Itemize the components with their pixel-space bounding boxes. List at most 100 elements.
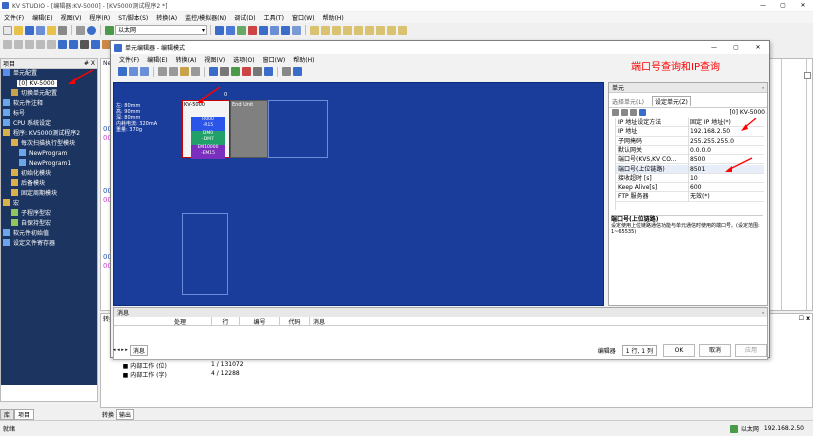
tree-item-newprogram1[interactable]: NewProgram1 bbox=[3, 159, 97, 169]
expand-unit-icon[interactable] bbox=[129, 67, 138, 76]
tree-item-program[interactable]: 程序: KV5000测试程序2 bbox=[3, 129, 97, 139]
tree-item-device-init[interactable]: 软元件初始值 bbox=[3, 229, 97, 239]
func-icon[interactable] bbox=[365, 25, 374, 35]
minimize-icon[interactable]: — bbox=[753, 2, 773, 9]
menu-convert[interactable]: 转换(A) bbox=[156, 13, 177, 22]
dialog-menu-convert[interactable]: 转换(A) bbox=[176, 55, 197, 64]
menu-edit[interactable]: 编辑(E) bbox=[32, 13, 52, 22]
tab-set-unit[interactable]: 设定单元(Z) bbox=[652, 96, 691, 106]
help-icon[interactable] bbox=[87, 25, 96, 35]
cpu-unit-kv5000[interactable]: KV-5000 R000 -R15 DM0 -DM7 EM10000 -EM15 bbox=[182, 100, 230, 159]
preview-icon[interactable] bbox=[76, 25, 85, 35]
ok-button[interactable]: OK bbox=[663, 343, 695, 357]
list-view-icon[interactable] bbox=[639, 109, 646, 116]
print-icon[interactable] bbox=[58, 25, 67, 35]
menu-program[interactable]: 程序(R) bbox=[89, 13, 110, 22]
add-unit-icon[interactable] bbox=[118, 67, 127, 76]
monitor-icon[interactable] bbox=[237, 25, 246, 35]
table-icon[interactable] bbox=[220, 67, 229, 76]
open-icon[interactable] bbox=[14, 25, 23, 35]
calc-icon[interactable] bbox=[281, 25, 290, 35]
end-unit[interactable]: End Unit bbox=[230, 100, 268, 158]
pin-close-icon[interactable]: # X bbox=[84, 60, 95, 67]
tab-convert[interactable]: 转换 bbox=[100, 410, 116, 419]
tree-item-scan-modules[interactable]: 每次扫描执行型模块 bbox=[3, 139, 97, 149]
unit-icon[interactable] bbox=[69, 39, 78, 49]
save-icon[interactable] bbox=[25, 25, 34, 35]
empty-slot[interactable] bbox=[268, 100, 328, 158]
menu-st-script[interactable]: ST/脚本(S) bbox=[118, 13, 148, 22]
delete-icon[interactable] bbox=[191, 67, 200, 76]
cancel-button[interactable]: 取消 bbox=[699, 343, 731, 357]
tool-icon[interactable] bbox=[282, 67, 291, 76]
cut-icon[interactable] bbox=[158, 67, 167, 76]
grid-icon[interactable] bbox=[292, 25, 301, 35]
tree-item-labels[interactable]: 标号 bbox=[3, 109, 97, 119]
close-icon[interactable]: ✕ bbox=[793, 2, 813, 9]
folder-icon[interactable] bbox=[47, 25, 56, 35]
bracket-icon[interactable] bbox=[398, 25, 407, 35]
check-icon[interactable] bbox=[231, 67, 240, 76]
maximize-icon[interactable]: ▢ bbox=[773, 2, 793, 9]
param-row[interactable]: Keep Alive[s] 600 bbox=[616, 183, 764, 193]
menu-monitor[interactable]: 监控/模拟器(N) bbox=[185, 13, 226, 22]
collapse-unit-icon[interactable] bbox=[140, 67, 149, 76]
tree-item-fixed-cycle[interactable]: 固定周期模块 bbox=[3, 189, 97, 199]
tree-item-switch-unit[interactable]: 切换单元配置 bbox=[3, 89, 97, 99]
tree-item-init-module[interactable]: 初始化模块 bbox=[3, 169, 97, 179]
data-icon[interactable] bbox=[80, 39, 89, 49]
param-row[interactable]: FTP 服务器 无效(*) bbox=[616, 192, 764, 202]
edit-icon[interactable] bbox=[209, 67, 218, 76]
dialog-menu-view[interactable]: 视图(V) bbox=[204, 55, 225, 64]
tree-item-file-register[interactable]: 设定文件寄存器 bbox=[3, 239, 97, 249]
tree-item-macro[interactable]: 宏 bbox=[3, 199, 97, 209]
comment-icon[interactable] bbox=[3, 39, 12, 49]
device-icon[interactable] bbox=[58, 39, 67, 49]
connection-select[interactable]: 以太网 ▾ bbox=[115, 25, 207, 35]
pin-icon[interactable]: ꞏ bbox=[762, 84, 764, 92]
simulator-icon[interactable] bbox=[248, 25, 257, 35]
tab-select-unit[interactable]: 选择单元(L) bbox=[612, 97, 644, 106]
find-icon[interactable] bbox=[14, 39, 23, 49]
read-icon[interactable] bbox=[226, 25, 235, 35]
xref-icon[interactable] bbox=[47, 39, 56, 49]
menu-debug[interactable]: 调试(D) bbox=[234, 13, 255, 22]
dialog-menu-help[interactable]: 帮助(H) bbox=[293, 55, 314, 64]
save-all-icon[interactable] bbox=[36, 25, 45, 35]
coil-icon[interactable] bbox=[332, 25, 341, 35]
msg-nav[interactable]: ◂ ◂ ▸ ▸ bbox=[113, 347, 128, 353]
tree-item-newprogram[interactable]: NewProgram bbox=[3, 149, 97, 159]
menu-file[interactable]: 文件(F) bbox=[4, 13, 24, 22]
tab-messages[interactable]: 消息 bbox=[129, 344, 148, 356]
disk-icon[interactable] bbox=[264, 67, 273, 76]
minimize-icon[interactable]: — bbox=[703, 44, 725, 51]
tab-library[interactable]: 库 bbox=[0, 408, 15, 420]
tree-item-selfhold-macro[interactable]: 自保持型宏 bbox=[3, 219, 97, 229]
dialog-menu-file[interactable]: 文件(F) bbox=[119, 55, 139, 64]
tab-output[interactable]: 输出 bbox=[116, 408, 135, 420]
contact-nc-icon[interactable] bbox=[321, 25, 330, 35]
maximize-icon[interactable]: ▢ bbox=[725, 44, 747, 51]
menu-view[interactable]: 视图(V) bbox=[61, 13, 82, 22]
ladder-icon[interactable] bbox=[91, 39, 100, 49]
close-icon[interactable]: ☐ x bbox=[799, 315, 810, 322]
pin-icon[interactable]: ꞏ bbox=[762, 309, 764, 317]
replace-icon[interactable] bbox=[25, 39, 34, 49]
reset-icon[interactable] bbox=[354, 25, 363, 35]
sort-icon[interactable] bbox=[612, 109, 619, 116]
apply-button[interactable]: 应用 bbox=[735, 343, 767, 357]
transfer-icon[interactable] bbox=[215, 25, 224, 35]
filter-icon[interactable] bbox=[621, 109, 628, 116]
contact-no-icon[interactable] bbox=[310, 25, 319, 35]
menu-help[interactable]: 帮助(H) bbox=[323, 13, 344, 22]
tree-item-backup-module[interactable]: 后备模块 bbox=[3, 179, 97, 189]
new-icon[interactable] bbox=[3, 25, 12, 35]
tree-item-cpu-settings[interactable]: CPU 系统设定 bbox=[3, 119, 97, 129]
menu-tools[interactable]: 工具(T) bbox=[264, 13, 284, 22]
expand-icon[interactable] bbox=[804, 72, 811, 79]
pencil-icon[interactable] bbox=[253, 67, 262, 76]
error-icon[interactable] bbox=[242, 67, 251, 76]
menu-window[interactable]: 窗口(W) bbox=[292, 13, 315, 22]
set-icon[interactable] bbox=[343, 25, 352, 35]
dialog-menu-window[interactable]: 窗口(W) bbox=[263, 55, 286, 64]
